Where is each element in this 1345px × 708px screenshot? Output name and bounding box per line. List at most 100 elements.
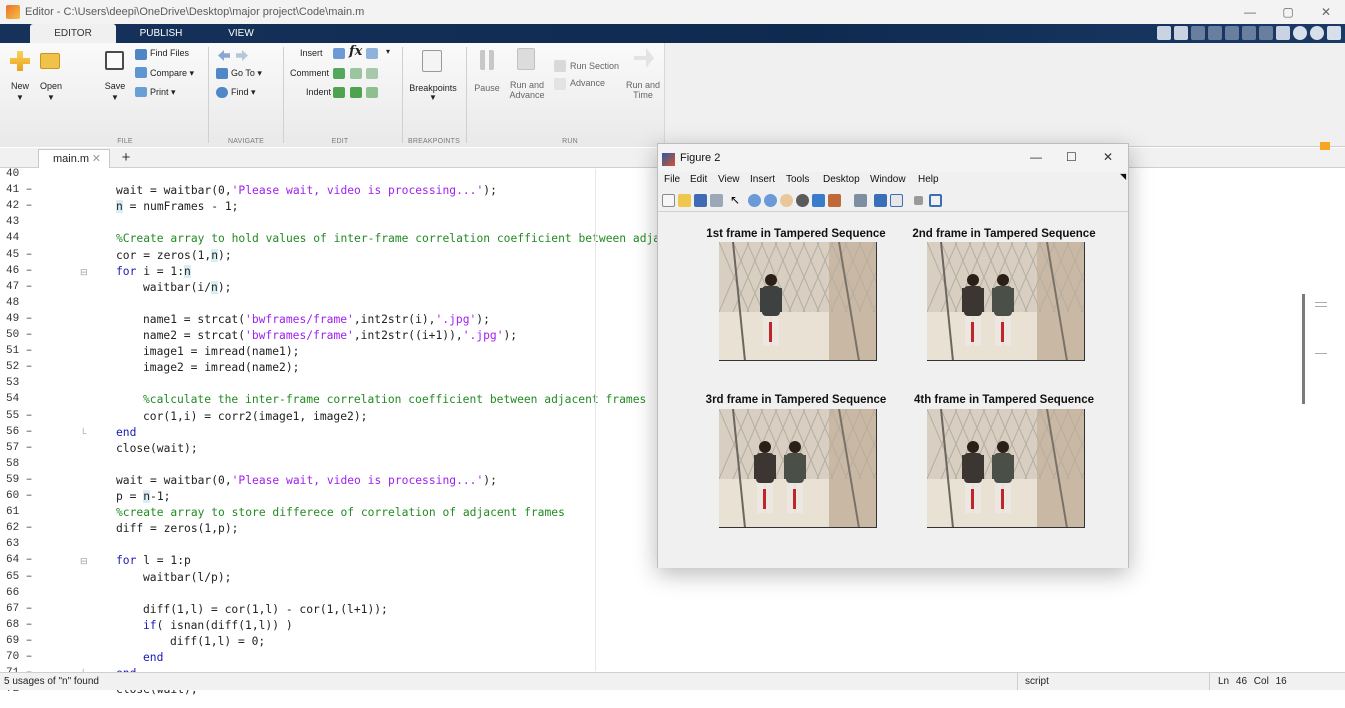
menu-help[interactable]: Help xyxy=(918,174,939,185)
code-line[interactable]: name1 = strcat('bwframes/frame',int2str(… xyxy=(143,313,490,326)
colorbar-icon[interactable] xyxy=(874,194,887,207)
insert-section-icon[interactable] xyxy=(333,48,345,59)
menu-view[interactable]: View xyxy=(718,174,740,185)
menu-insert[interactable]: Insert xyxy=(750,174,775,185)
code-line[interactable]: if( isnan(diff(1,l)) ) xyxy=(143,619,293,632)
go-to-button[interactable]: Go To ▾ xyxy=(231,68,262,79)
code-line[interactable]: close(wait); xyxy=(116,442,198,455)
code-line[interactable]: end xyxy=(116,426,136,439)
indent-button[interactable]: Indent xyxy=(306,87,331,97)
zoom-out-icon[interactable] xyxy=(764,194,777,207)
increase-indent-icon[interactable] xyxy=(350,87,362,98)
insert-button[interactable]: Insert xyxy=(300,48,323,58)
data-cursor-icon[interactable] xyxy=(812,194,825,207)
brush-icon[interactable] xyxy=(828,194,841,207)
insert-function-icon[interactable] xyxy=(366,48,378,59)
fold-marker-icon[interactable]: └ xyxy=(80,428,86,438)
close-button[interactable]: ✕ xyxy=(1307,0,1345,24)
layout-icon[interactable] xyxy=(1157,26,1171,40)
code-analyzer-warning-icon[interactable] xyxy=(1320,142,1330,150)
menu-window[interactable]: Window xyxy=(870,174,906,185)
copy-icon[interactable] xyxy=(1208,26,1222,40)
legend-icon[interactable] xyxy=(890,194,903,207)
run-and-time-button[interactable]: Run and Time xyxy=(624,80,662,100)
minimize-button[interactable]: — xyxy=(1231,0,1269,24)
breakpoints-button[interactable]: Breakpoints xyxy=(404,83,462,93)
save-icon[interactable] xyxy=(1174,26,1188,40)
code-line[interactable]: image1 = imread(name1); xyxy=(143,345,299,358)
close-tab-icon[interactable]: ✕ xyxy=(92,150,101,168)
run-and-time-icon[interactable] xyxy=(634,48,654,68)
pointer-icon[interactable]: ↖ xyxy=(730,194,743,207)
new-icon[interactable] xyxy=(10,51,30,71)
function-fx-icon[interactable]: fx xyxy=(349,44,362,59)
scrollbar-thumb[interactable] xyxy=(1302,294,1305,404)
run-section-button[interactable]: Run Section xyxy=(570,61,619,71)
figure-close-button[interactable]: ✕ xyxy=(1103,150,1113,164)
menu-desktop[interactable]: Desktop xyxy=(823,174,860,185)
save-figure-icon[interactable] xyxy=(694,194,707,207)
code-line[interactable]: image2 = imread(name2); xyxy=(143,361,299,374)
code-line[interactable]: cor(1,i) = corr2(image1, image2); xyxy=(143,410,367,423)
search-options-icon[interactable] xyxy=(1310,26,1324,40)
insert-dropdown-icon[interactable]: ▾ xyxy=(386,47,390,56)
back-arrow-icon[interactable] xyxy=(218,50,230,61)
pan-icon[interactable] xyxy=(780,194,793,207)
print-figure-icon[interactable] xyxy=(710,194,723,207)
show-plot-tools-icon[interactable] xyxy=(929,194,942,207)
switch-windows-icon[interactable] xyxy=(1276,26,1290,40)
print-button[interactable]: Print ▾ xyxy=(150,87,176,98)
new-figure-icon[interactable] xyxy=(662,194,675,207)
comment-button[interactable]: Comment xyxy=(290,68,329,78)
code-line[interactable]: name2 = strcat('bwframes/frame',int2str(… xyxy=(143,329,517,342)
link-plot-icon[interactable] xyxy=(854,194,867,207)
undo-icon[interactable] xyxy=(1242,26,1256,40)
maximize-button[interactable]: ▢ xyxy=(1269,0,1307,24)
open-button[interactable]: Open xyxy=(34,81,68,91)
save-button[interactable]: Save xyxy=(98,81,132,91)
open-dropdown-icon[interactable]: ▼ xyxy=(34,93,68,103)
code-line[interactable]: waitbar(i/n); xyxy=(143,280,231,294)
code-line[interactable]: %calculate the inter-frame correlation c… xyxy=(143,393,646,406)
code-line[interactable]: p = n-1; xyxy=(116,490,170,503)
new-button[interactable]: New xyxy=(3,81,37,91)
new-dropdown-icon[interactable]: ▼ xyxy=(3,93,37,103)
add-tab-button[interactable]: + xyxy=(114,149,138,168)
code-line[interactable]: diff(1,l) = 0; xyxy=(170,635,265,648)
forward-arrow-icon[interactable] xyxy=(236,50,248,61)
paste-icon[interactable] xyxy=(1225,26,1239,40)
rotate-3d-icon[interactable] xyxy=(796,194,809,207)
fold-marker-icon[interactable]: ⊟ xyxy=(80,267,88,278)
run-and-advance-button[interactable]: Run and Advance xyxy=(506,80,548,100)
code-line[interactable]: %create array to store differece of corr… xyxy=(116,506,565,519)
compare-button[interactable]: Compare ▾ xyxy=(150,68,194,79)
code-line[interactable]: diff = zeros(1,p); xyxy=(116,522,238,535)
find-files-button[interactable]: Find Files xyxy=(150,48,189,58)
advance-button[interactable]: Advance xyxy=(570,78,605,88)
zoom-in-icon[interactable] xyxy=(748,194,761,207)
pause-button[interactable]: Pause xyxy=(470,83,504,93)
breakpoints-dropdown-icon[interactable]: ▼ xyxy=(404,93,462,103)
breakpoints-icon[interactable] xyxy=(422,50,442,72)
tab-view[interactable]: VIEW xyxy=(205,24,277,43)
figure-window[interactable]: Figure 2 — ☐ ✕ File Edit View Insert Too… xyxy=(657,143,1129,568)
menu-overflow-icon[interactable]: ◥ xyxy=(1120,172,1126,181)
run-and-advance-icon[interactable] xyxy=(517,48,535,70)
vertical-scrollbar[interactable] xyxy=(1296,169,1315,671)
tab-main-m[interactable]: main.m ✕ xyxy=(38,149,110,168)
code-line[interactable]: wait = waitbar(0,'Please wait, video is … xyxy=(116,474,497,487)
uncomment-icon[interactable] xyxy=(350,68,362,79)
redo-icon[interactable] xyxy=(1259,26,1273,40)
pause-icon[interactable] xyxy=(480,50,494,70)
menu-file[interactable]: File xyxy=(664,174,680,185)
smart-indent-icon[interactable] xyxy=(333,87,345,98)
save-disk-icon[interactable] xyxy=(105,51,124,70)
menu-edit[interactable]: Edit xyxy=(690,174,707,185)
figure-maximize-button[interactable]: ☐ xyxy=(1066,150,1077,164)
code-line[interactable]: wait = waitbar(0,'Please wait, video is … xyxy=(116,184,497,197)
code-line[interactable]: for i = 1:n xyxy=(116,264,191,278)
cut-icon[interactable] xyxy=(1191,26,1205,40)
find-button[interactable]: Find ▾ xyxy=(231,87,256,98)
code-line[interactable]: end xyxy=(143,651,163,664)
wrap-comments-icon[interactable] xyxy=(366,68,378,79)
